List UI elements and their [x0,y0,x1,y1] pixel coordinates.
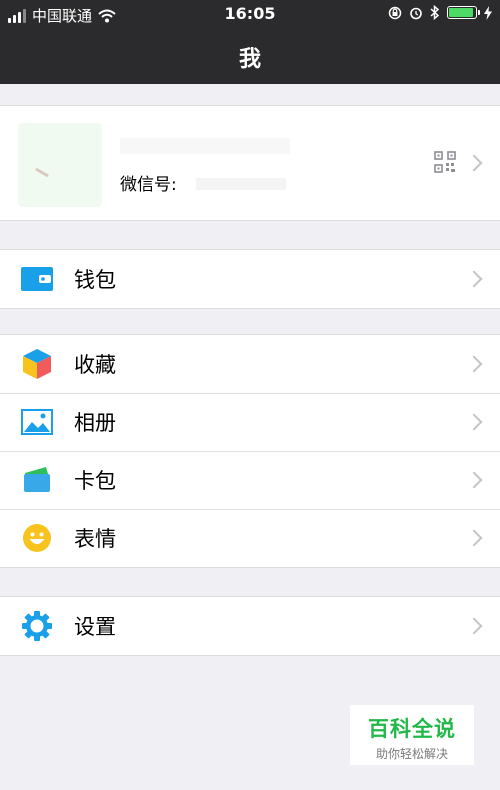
wechat-id-redacted [196,178,286,190]
smiley-icon [20,521,54,555]
menu-item-album[interactable]: 相册 [0,393,500,451]
chevron-right-icon [465,413,483,431]
chevron-right-icon [465,471,483,489]
favorites-cube-icon [20,347,54,381]
menu-item-label: 卡包 [74,469,116,493]
menu-item-label: 钱包 [74,268,116,292]
card-wallet-icon [20,463,54,497]
watermark-title: 百科全说 [368,717,456,741]
charging-icon [484,5,492,20]
nav-bar: 我 [0,28,500,84]
wechat-id-label: 微信号: [120,175,177,195]
profile-card[interactable]: 微信号: [0,105,500,221]
menu-item-cards[interactable]: 卡包 [0,451,500,509]
chevron-right-icon [465,529,483,547]
menu-item-label: 设置 [74,615,116,639]
watermark-logo: 百科全说 助你轻松解决 [350,705,474,765]
chevron-right-icon [465,154,483,172]
status-right [388,5,492,20]
menu-item-settings[interactable]: 设置 [0,597,500,655]
menu-item-label: 收藏 [74,353,116,377]
album-icon [20,405,54,439]
battery-icon [447,6,480,19]
gear-icon [20,609,54,643]
rotation-lock-icon [388,6,402,19]
wallet-icon [20,262,54,296]
menu-item-wallet[interactable]: 钱包 [0,250,500,308]
chevron-right-icon [465,270,483,288]
watermark-subtitle: 助你轻松解决 [375,747,448,761]
bluetooth-icon [430,5,440,20]
menu-item-favorites[interactable]: 收藏 [0,335,500,393]
status-bar: 中国联通 16:05 [0,0,500,28]
menu-item-label: 相册 [74,411,116,435]
menu-item-stickers[interactable]: 表情 [0,509,500,567]
menu-item-label: 表情 [74,527,116,551]
content-group: 收藏 相册 卡包 表情 [0,334,500,568]
chevron-right-icon [465,355,483,373]
qr-code-icon[interactable] [434,151,456,173]
wallet-group: 钱包 [0,249,500,309]
page-title: 我 [238,47,261,72]
settings-group: 设置 [0,596,500,656]
avatar[interactable] [18,123,102,207]
nickname-redacted [120,138,290,154]
alarm-icon [410,7,422,19]
chevron-right-icon [465,617,483,635]
